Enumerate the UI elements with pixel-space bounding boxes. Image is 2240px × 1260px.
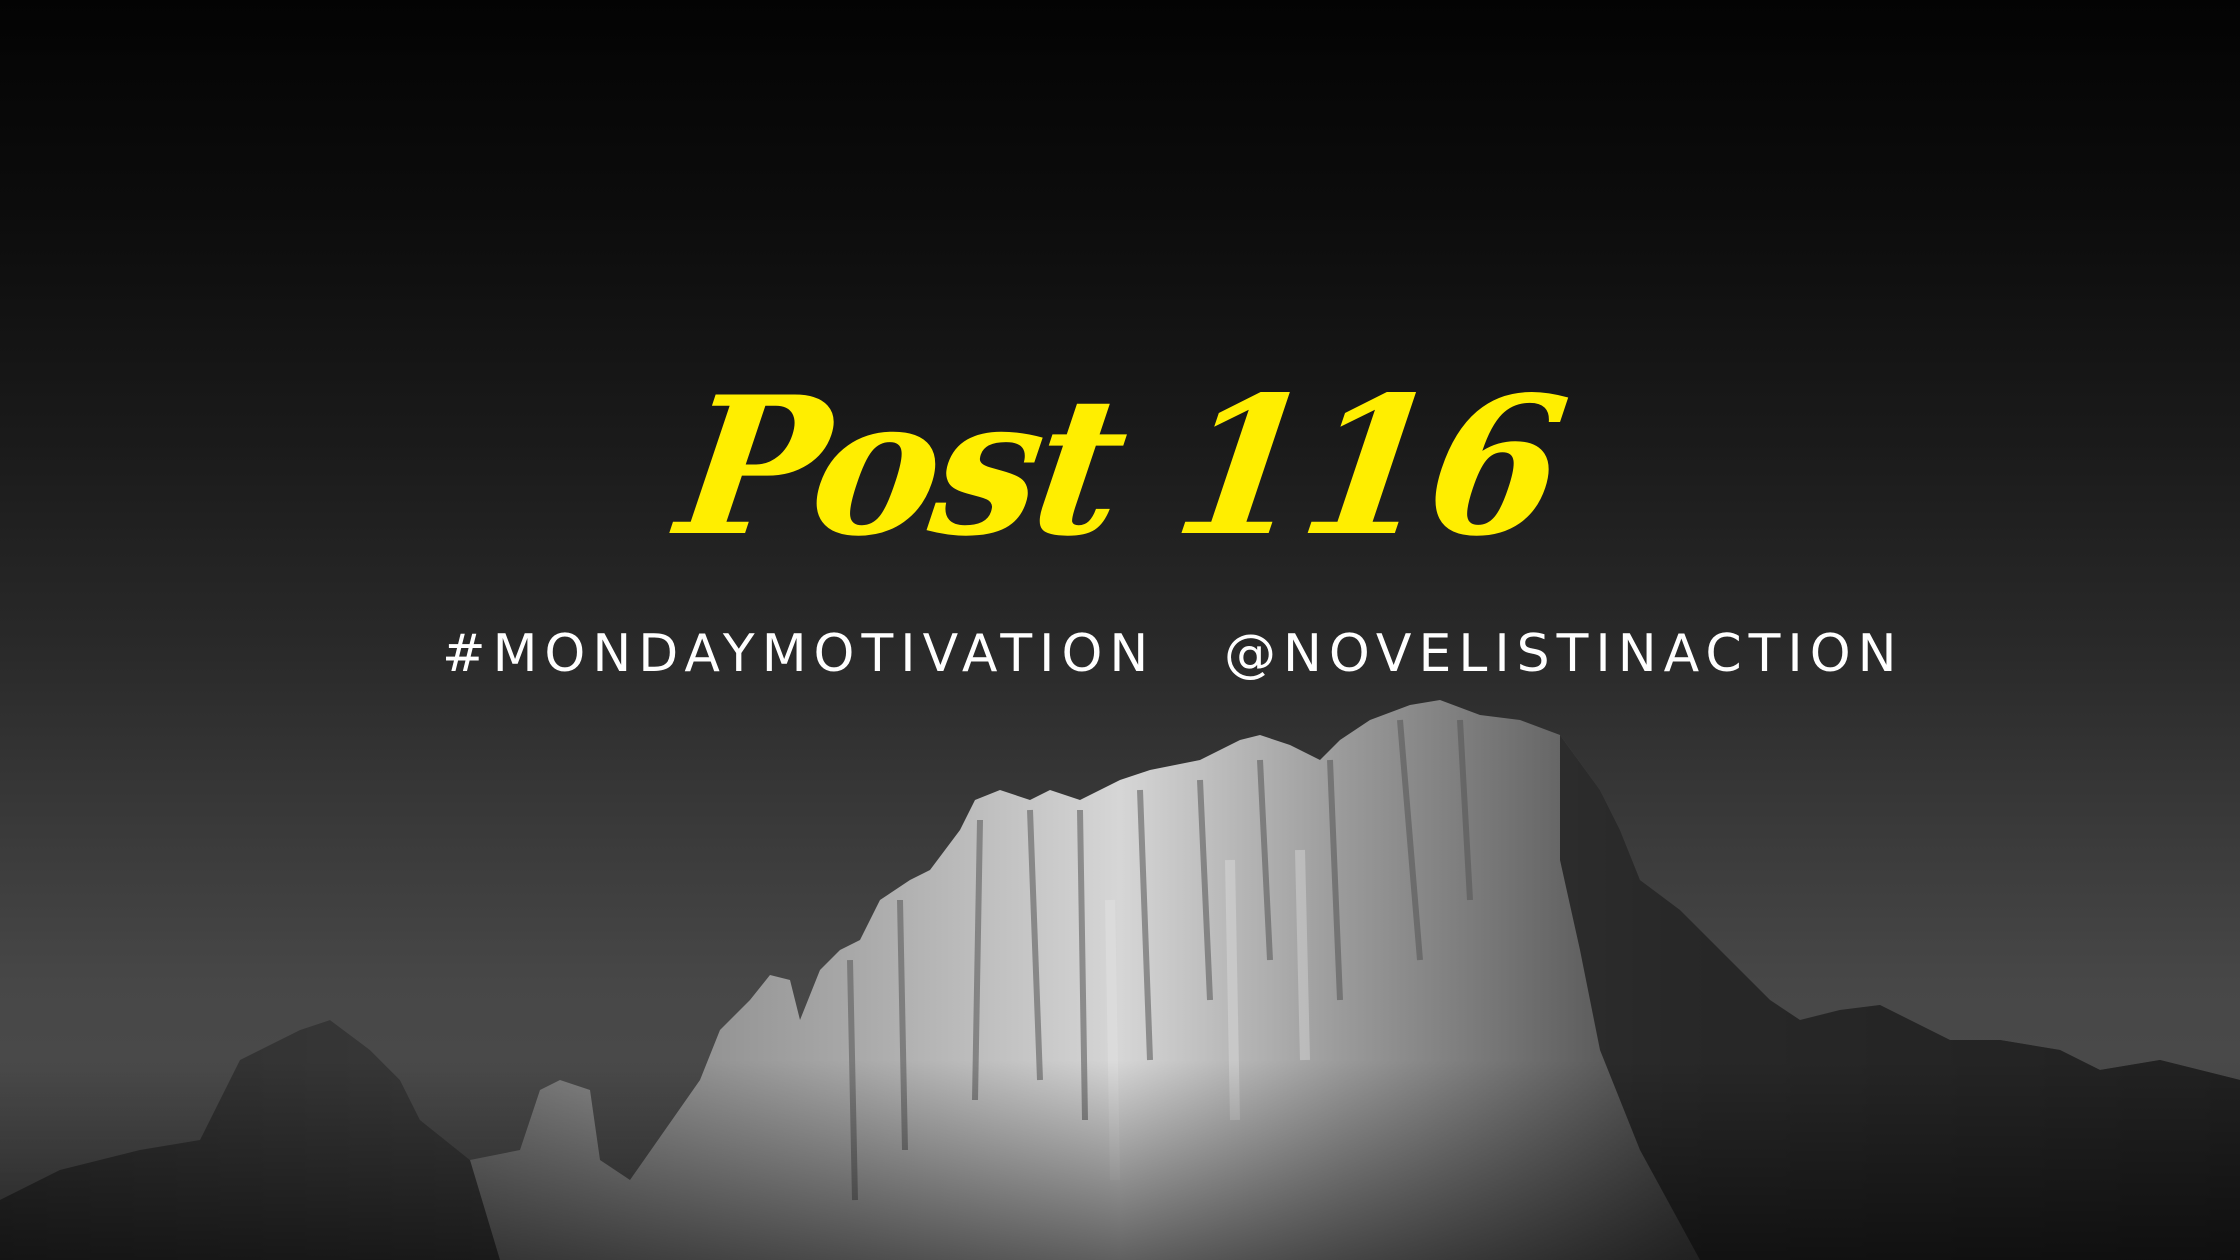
hashtag-label: #MONDAYMOTIVATION xyxy=(442,624,1156,684)
author-handle-label: @NOVELISTINACTION xyxy=(1224,624,1904,684)
poster-canvas: Post 116 #MONDAYMOTIVATION @NOVELISTINAC… xyxy=(0,0,2240,1260)
cliff-bottom-shade xyxy=(0,1060,2240,1260)
post-title: Post 116 xyxy=(667,355,1573,578)
